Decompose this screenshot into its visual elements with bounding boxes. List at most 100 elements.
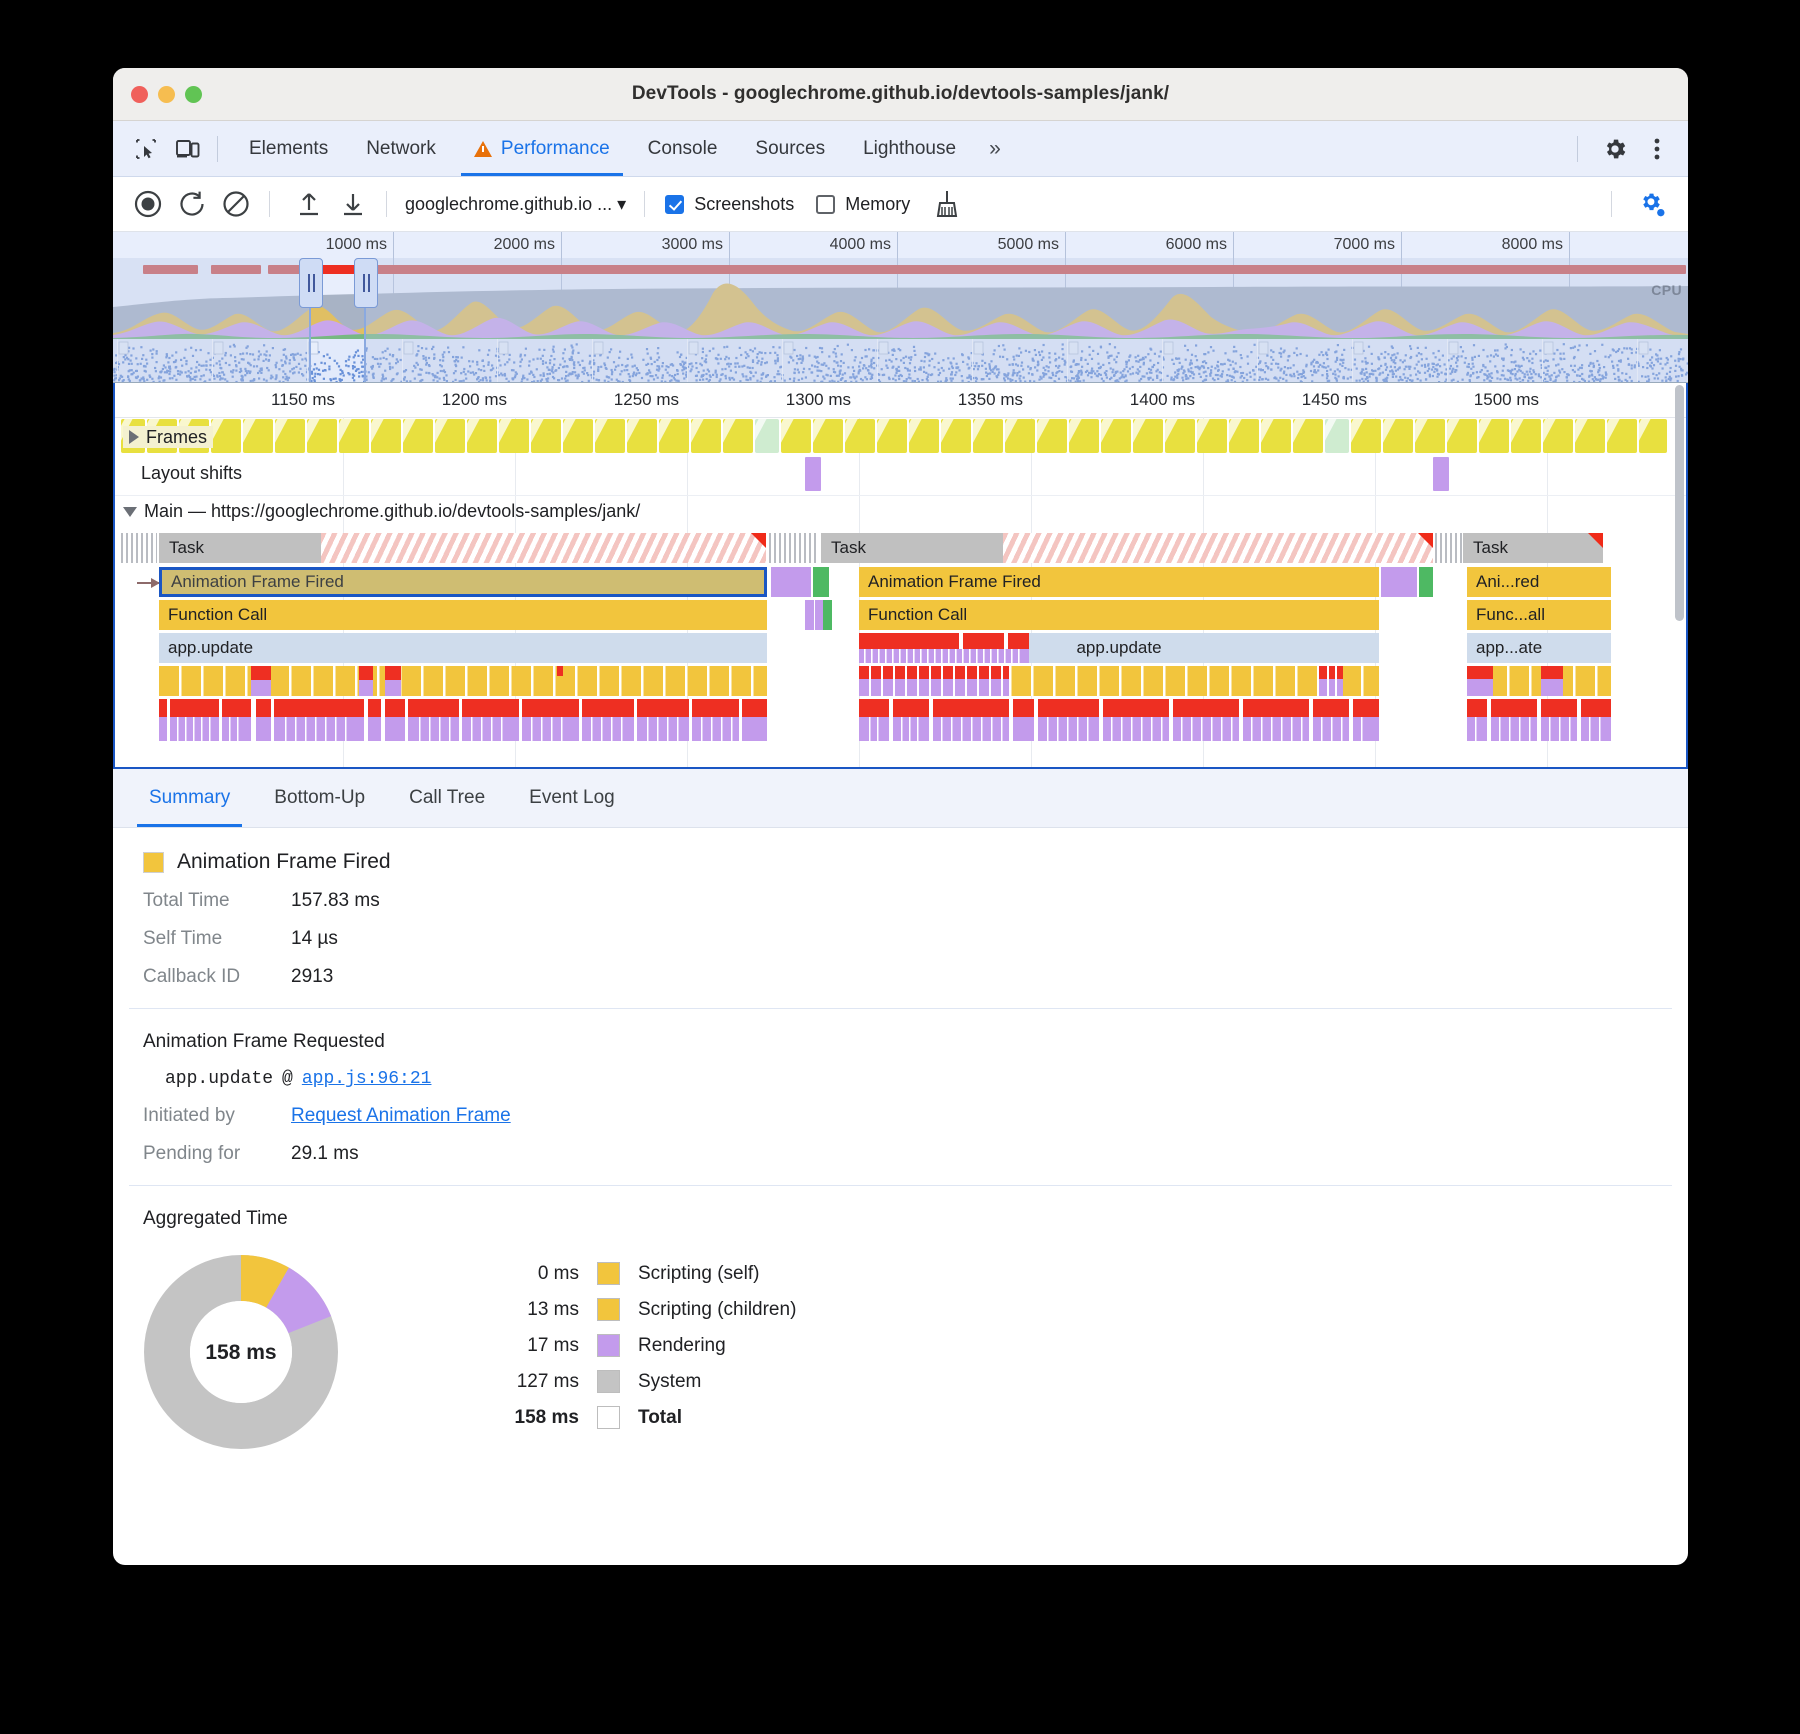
- micro-stack-row[interactable]: [859, 699, 1379, 741]
- legend-label: Scripting (children): [638, 1299, 796, 1321]
- capture-settings-gear-icon[interactable]: [1632, 185, 1670, 223]
- tab-call-tree[interactable]: Call Tree: [387, 769, 507, 827]
- screenshots-checkbox[interactable]: Screenshots: [665, 194, 794, 215]
- event-painting-block[interactable]: [1419, 567, 1433, 597]
- upload-profile-button[interactable]: [290, 185, 328, 223]
- more-vertical-icon[interactable]: [1640, 134, 1674, 164]
- more-tabs-button[interactable]: »: [975, 137, 1015, 161]
- download-profile-button[interactable]: [334, 185, 372, 223]
- initiated-link[interactable]: Request Animation Frame: [291, 1105, 511, 1127]
- layout-shifts-row[interactable]: Layout shifts: [115, 455, 1686, 496]
- flame-scrollbar[interactable]: [1675, 385, 1684, 621]
- event-function-call[interactable]: Function Call: [859, 600, 1379, 630]
- chevron-down-icon: ▾: [617, 194, 626, 215]
- micro-stack-row[interactable]: [1467, 699, 1611, 741]
- micro-stack-row[interactable]: [1467, 666, 1611, 696]
- overview-window-handle-left[interactable]: [299, 258, 323, 308]
- tab-elements[interactable]: Elements: [230, 121, 347, 176]
- event-painting-block[interactable]: [813, 567, 829, 597]
- event-function-call-truncated[interactable]: Func...all: [1467, 600, 1611, 630]
- pending-for-row: Pending for 29.1 ms: [129, 1143, 1672, 1165]
- legend-row-scripting-self: 0 ms Scripting (self): [459, 1262, 796, 1285]
- event-label: Ani...red: [1476, 572, 1539, 592]
- task-label: Task: [1463, 533, 1603, 563]
- micro-stack-row[interactable]: [159, 699, 767, 741]
- aggregated-donut-chart: 158 ms: [143, 1254, 339, 1450]
- event-app-update[interactable]: app.update: [159, 633, 767, 663]
- stat-total-time: Total Time 157.83 ms: [129, 890, 1672, 912]
- tab-label: Console: [648, 138, 718, 160]
- requested-stack: app.update @ app.js:96:21: [129, 1069, 1672, 1089]
- source-select-value: googlechrome.github.io ...: [405, 194, 612, 215]
- flame-ruler: 1150 ms 1200 ms 1250 ms 1300 ms 1350 ms …: [115, 383, 1686, 418]
- tab-console[interactable]: Console: [629, 121, 737, 176]
- event-rendering-block[interactable]: [1381, 567, 1417, 597]
- flame-chart[interactable]: 1150 ms 1200 ms 1250 ms 1300 ms 1350 ms …: [113, 383, 1688, 769]
- record-button[interactable]: [129, 185, 167, 223]
- collapse-main-icon[interactable]: [123, 507, 137, 517]
- task-row[interactable]: Task Task Task: [115, 533, 1686, 565]
- stack-source-link[interactable]: app.js:96:21: [302, 1069, 432, 1089]
- flame-tick: 1500 ms: [1474, 390, 1547, 410]
- animation-frame-row[interactable]: Animation Frame Fired Animation Frame Fi…: [115, 567, 1686, 599]
- settings-gear-icon[interactable]: [1598, 134, 1632, 164]
- tab-label: Sources: [755, 138, 825, 160]
- task-block[interactable]: Task: [1463, 533, 1603, 563]
- tab-performance[interactable]: Performance: [455, 121, 629, 176]
- event-animation-frame-fired-truncated[interactable]: Ani...red: [1467, 567, 1611, 597]
- memory-checkbox[interactable]: Memory: [816, 194, 910, 215]
- device-toolbar-icon[interactable]: [171, 134, 205, 164]
- legend-swatch: [597, 1298, 620, 1321]
- aggregated-legend: 0 ms Scripting (self) 13 ms Scripting (c…: [459, 1262, 796, 1442]
- function-call-row[interactable]: Function Call Function Call Func...all: [115, 600, 1686, 632]
- event-function-call[interactable]: Function Call: [159, 600, 767, 630]
- stat-value: 14 µs: [291, 928, 338, 950]
- main-track-header[interactable]: Main — https://googlechrome.github.io/de…: [123, 501, 640, 522]
- stat-key: Callback ID: [143, 966, 291, 988]
- overview-tick: 3000 ms: [662, 236, 729, 254]
- layout-shifts-row-label: Layout shifts: [141, 463, 242, 484]
- event-animation-frame-fired[interactable]: Animation Frame Fired: [859, 567, 1379, 597]
- frames-row[interactable]: Frames: [115, 419, 1686, 453]
- layout-shift-marker[interactable]: [1433, 457, 1449, 491]
- toolbar-divider: [386, 191, 387, 217]
- tab-network[interactable]: Network: [347, 121, 455, 176]
- app-update-row[interactable]: app.update app.update app...ate: [115, 633, 1686, 665]
- pending-key: Pending for: [143, 1143, 291, 1165]
- clear-button[interactable]: [217, 185, 255, 223]
- micro-stack-row[interactable]: [159, 666, 767, 696]
- task-block[interactable]: Task: [821, 533, 1003, 563]
- tab-bottom-up[interactable]: Bottom-Up: [252, 769, 387, 827]
- overview-tick: 2000 ms: [494, 236, 561, 254]
- event-label: Func...all: [1476, 605, 1545, 625]
- frames-row-label: Frames: [146, 427, 207, 448]
- tab-summary[interactable]: Summary: [127, 769, 252, 827]
- event-rendering-block[interactable]: [771, 567, 811, 597]
- event-app-update[interactable]: app.update: [859, 633, 1379, 663]
- inspect-element-icon[interactable]: [129, 134, 163, 164]
- event-app-update-truncated[interactable]: app...ate: [1467, 633, 1611, 663]
- micro-stack-row[interactable]: [859, 666, 1379, 696]
- legend-swatch: [597, 1334, 620, 1357]
- broom-icon[interactable]: [928, 185, 966, 223]
- timeline-overview[interactable]: 1000 ms 2000 ms 3000 ms 4000 ms 5000 ms …: [113, 232, 1688, 383]
- memory-label: Memory: [845, 194, 910, 215]
- overview-window-handle-right[interactable]: [354, 258, 378, 308]
- source-select[interactable]: googlechrome.github.io ... ▾: [401, 194, 630, 215]
- expand-frames-icon[interactable]: [129, 430, 139, 444]
- tab-event-log[interactable]: Event Log: [507, 769, 637, 827]
- task-block[interactable]: Task: [159, 533, 321, 563]
- legend-label: Scripting (self): [638, 1263, 759, 1285]
- legend-row-rendering: 17 ms Rendering: [459, 1334, 796, 1357]
- detail-tab-label: Summary: [149, 787, 230, 809]
- stat-key: Total Time: [143, 890, 291, 912]
- legend-value: 17 ms: [459, 1335, 597, 1357]
- tab-lighthouse[interactable]: Lighthouse: [844, 121, 975, 176]
- donut-center-label: 158 ms: [143, 1341, 339, 1365]
- layout-shift-marker[interactable]: [805, 457, 821, 491]
- overview-tick: 8000 ms: [1502, 236, 1569, 254]
- reload-and-record-button[interactable]: [173, 185, 211, 223]
- tab-sources[interactable]: Sources: [736, 121, 844, 176]
- event-animation-frame-fired-selected[interactable]: Animation Frame Fired: [159, 567, 767, 597]
- legend-swatch: [597, 1406, 620, 1429]
